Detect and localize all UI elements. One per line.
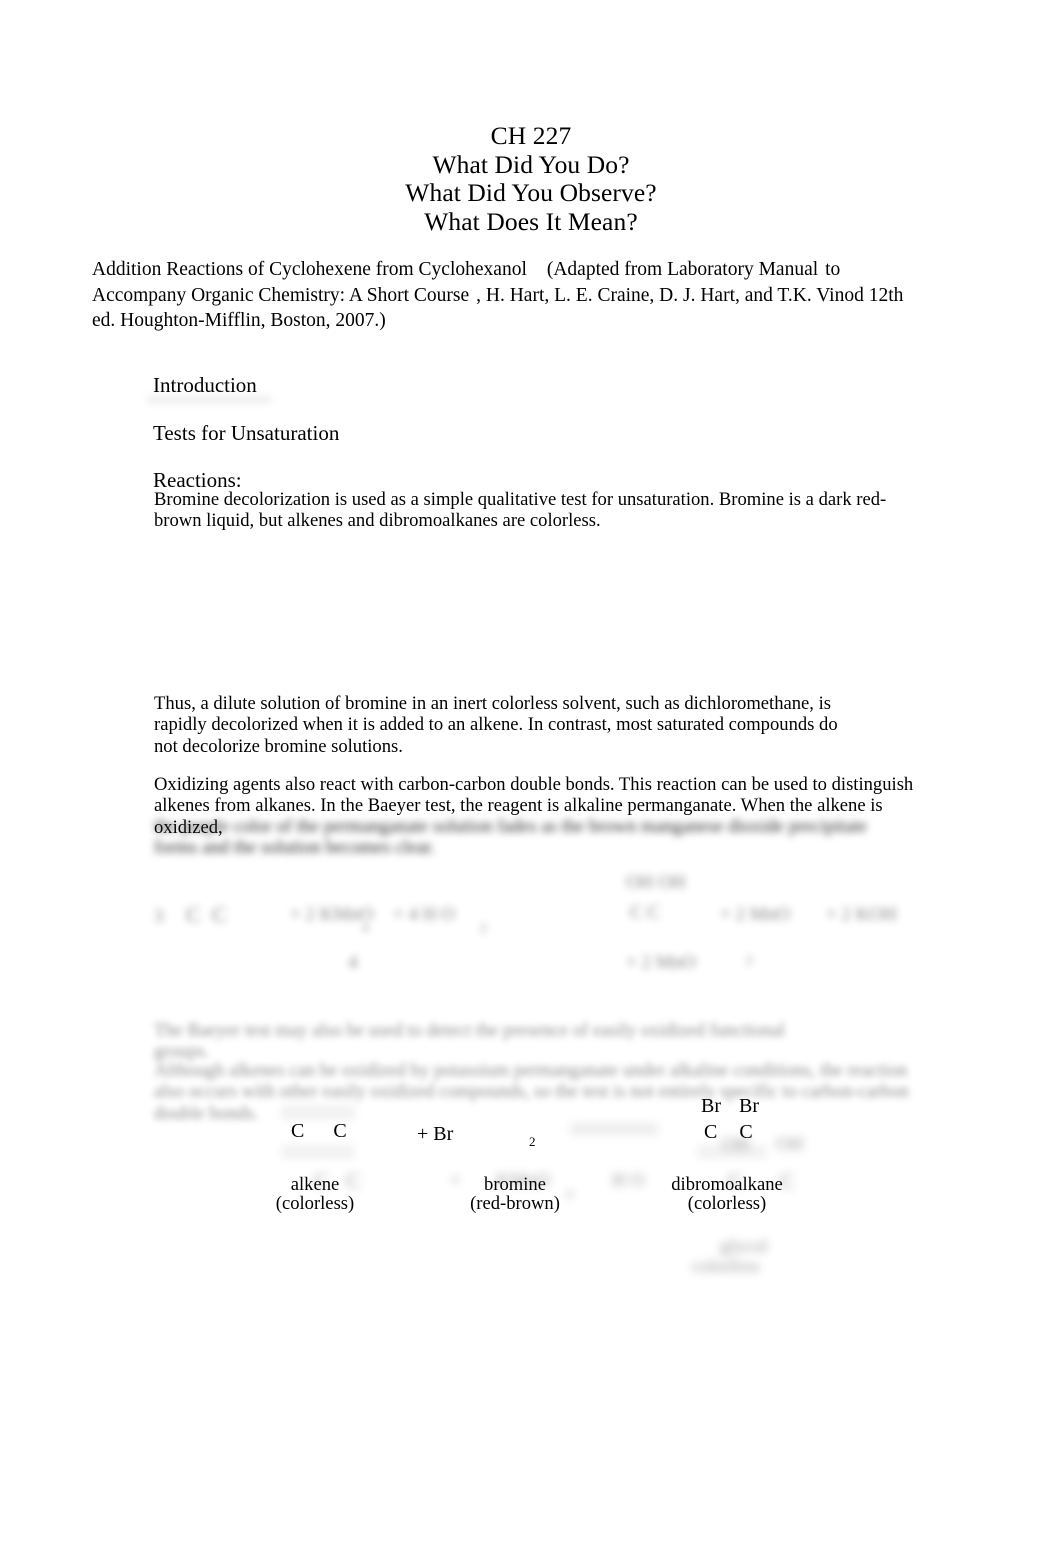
title-line-what-did-you-do: What Did You Do?	[432, 149, 630, 179]
scheme3-fragment-10: glycol	[720, 1236, 768, 1257]
scheme3-fragment-2: +	[450, 1170, 461, 1191]
scheme3-fragment-7: OH	[776, 1134, 804, 1155]
title-line-what-did-you-observe: What Did You Observe?	[405, 178, 657, 207]
paragraph-bromine-decolorization: Bromine decolorization is used as a simp…	[154, 489, 887, 532]
scheme2-fragment-11: + 2 KOH	[826, 904, 897, 925]
scheme2-fragment-1: C	[186, 902, 201, 927]
scheme3-fragment-3: KMnO	[496, 1170, 550, 1191]
scheme3-fragment-5: H O	[612, 1170, 645, 1191]
scheme2-fragment-10: 2	[746, 952, 753, 967]
scheme3-fragment-4: 4	[566, 1186, 573, 1201]
scheme2-fragment-extra-a: 4	[348, 952, 358, 973]
scheme2-fragment-0: 3	[154, 906, 164, 927]
reaction-scheme-glycol-blurred: C C + KMnO 4 H O OH OH C C glycol colorl…	[290, 1130, 890, 1280]
scheme2-fragment-4: 4	[362, 920, 369, 935]
scheme2-fragment-2: C	[212, 902, 227, 927]
citation-source-open: (Adapted from Laboratory Manual	[546, 259, 819, 280]
scheme3-fragment-11: colorless	[692, 1256, 760, 1277]
title-line-course: CH 227	[490, 121, 572, 150]
heading-introduction: Introduction	[153, 373, 257, 397]
scheme3-fragment-1: C	[346, 1168, 361, 1193]
reaction-scheme-bromination: C C + Br 2 Br Br CC alkene (colorless) br…	[0, 545, 1062, 1212]
scheme2-fragment-9: + 2 MnO	[720, 904, 790, 925]
scheme2-fragment-extra-b: + 2 MnO	[626, 952, 696, 973]
document-title-block: CH 227 What Did You Do? What Did You Obs…	[0, 121, 1062, 236]
citation-source-line2-a: Accompany Organic Chemistry: A Short Cou…	[92, 284, 470, 306]
heading-tests-for-unsaturation: Tests for Unsaturation	[153, 421, 340, 445]
scheme2-fragment-6: 2	[480, 920, 487, 935]
scheme2-fragment-8: C C	[630, 902, 661, 923]
citation-source-to: to	[825, 259, 841, 280]
paragraph-blurred-line-2: The Baeyer test may also be used to dete…	[154, 1020, 785, 1063]
scheme2-fragment-7: OH OH	[626, 872, 686, 893]
paragraph-oxidizing-agents-blurred: the purple color of the permanganate sol…	[154, 816, 868, 859]
paragraph-blurred-3: Although alkenes can be oxidized by pota…	[154, 1060, 909, 1124]
scheme3-fragment-6: OH	[722, 1134, 750, 1155]
experiment-title: Addition Reactions of Cyclohexene from C…	[92, 259, 527, 280]
paragraph-thus-dilute-solution: Thus, a dilute solution of bromine in an…	[154, 693, 838, 757]
scheme2-fragment-5: + 4 H O	[393, 904, 455, 925]
scheme3-fragment-0: C	[314, 1168, 329, 1193]
title-line-what-does-it-mean: What Does It Mean?	[424, 206, 638, 236]
scheme3-fragment-9: C	[780, 1168, 795, 1193]
citation-source-line3: Houghton-Mifflin, Boston, 2007.)	[120, 310, 386, 331]
document-page: CH 227 What Did You Do? What Did You Obs…	[0, 0, 1062, 1561]
reaction-scheme-permanganate-blurred: 3 C C + 2 KMnO 4 + 4 H O 2 OH OH C C + 2…	[150, 868, 930, 986]
experiment-citation: Addition Reactions of Cyclohexene from C…	[92, 257, 924, 334]
scheme3-fragment-8: C	[728, 1168, 743, 1193]
